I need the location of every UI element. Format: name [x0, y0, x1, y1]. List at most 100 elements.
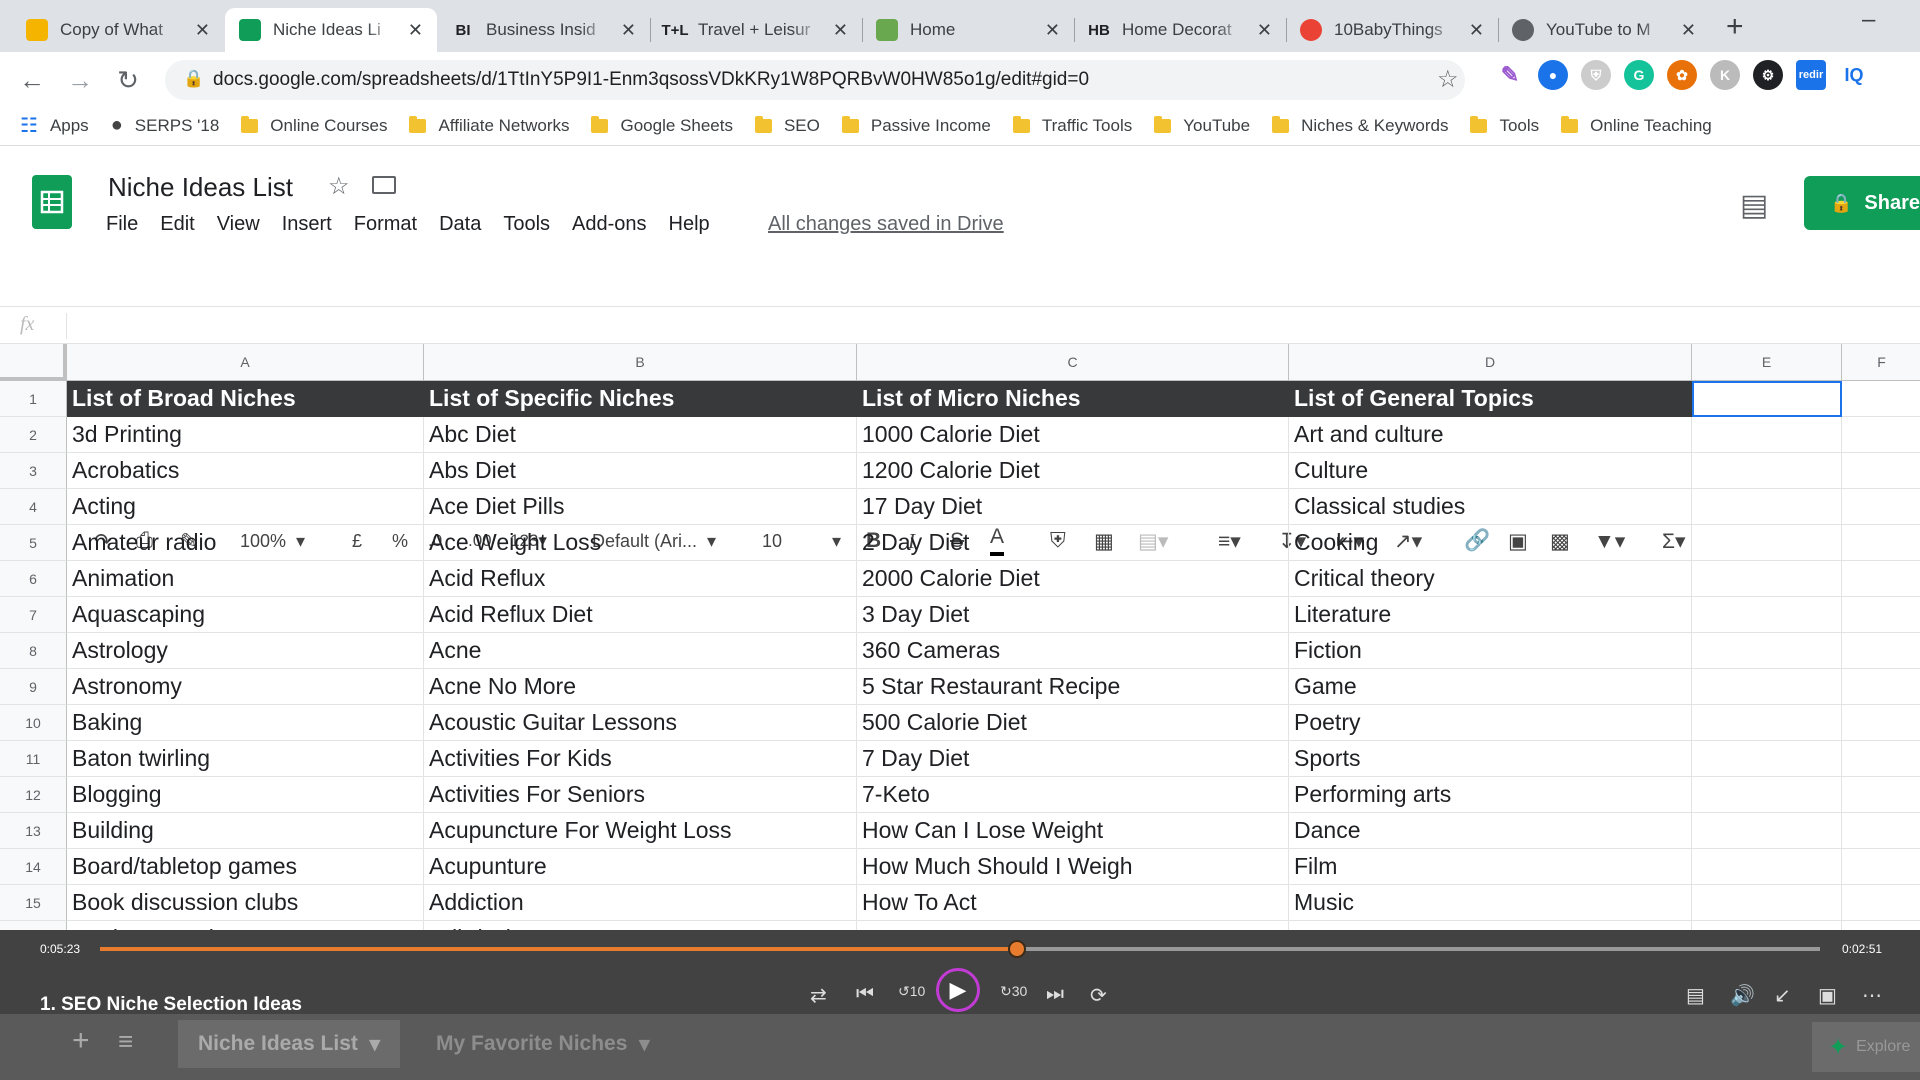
row-header[interactable]: 2: [0, 417, 67, 453]
cell[interactable]: 7 Day Diet: [857, 741, 1289, 777]
cell[interactable]: Opera: [1289, 921, 1692, 930]
cell[interactable]: 17 Day Diet: [857, 489, 1289, 525]
browser-tab[interactable]: 10BabyThings ✕: [1286, 8, 1498, 52]
cell[interactable]: [1842, 633, 1920, 669]
shuffle-icon[interactable]: ⇄: [810, 983, 827, 1008]
cell[interactable]: Amateur radio: [67, 525, 424, 561]
row-header[interactable]: 14: [0, 849, 67, 885]
cell[interactable]: [1842, 489, 1920, 525]
close-tab-icon[interactable]: ✕: [1681, 20, 1696, 41]
column-header[interactable]: D: [1289, 344, 1692, 381]
previous-icon[interactable]: ⏮: [856, 983, 874, 1006]
cell[interactable]: [1842, 849, 1920, 885]
cell[interactable]: Music: [1289, 885, 1692, 921]
cell[interactable]: 2 Day Diet: [857, 525, 1289, 561]
row-header[interactable]: 11: [0, 741, 67, 777]
cell[interactable]: Acupuncture For Weight Loss: [424, 813, 857, 849]
minimize-button[interactable]: –: [1862, 6, 1875, 34]
bookmark-star-icon[interactable]: ☆: [1437, 65, 1459, 94]
rewind-icon[interactable]: ↺10: [898, 983, 925, 1000]
row-header[interactable]: 10: [0, 705, 67, 741]
cell[interactable]: Cooking: [1289, 525, 1692, 561]
cell[interactable]: Poetry: [1289, 705, 1692, 741]
cell[interactable]: How Much Should I Weigh: [857, 849, 1289, 885]
comments-icon[interactable]: ▤: [1740, 188, 1768, 223]
cell[interactable]: 3 Day Diet: [857, 597, 1289, 633]
bookmark-item[interactable]: Affiliate Networks: [409, 115, 569, 136]
browser-tab[interactable]: Niche Ideas Li ✕: [225, 8, 437, 52]
bookmark-item[interactable]: ☷ Apps: [20, 113, 89, 138]
person-extension-icon[interactable]: ●: [1538, 60, 1568, 90]
cell[interactable]: Acting: [67, 489, 424, 525]
browser-tab[interactable]: YouTube to M ✕: [1498, 8, 1710, 52]
cell[interactable]: [1692, 777, 1842, 813]
cell[interactable]: How Can I Lose Weight: [857, 813, 1289, 849]
star-icon[interactable]: ☆: [328, 172, 350, 201]
sheets-logo-icon[interactable]: [32, 175, 72, 229]
bookmark-item[interactable]: Traffic Tools: [1012, 115, 1132, 136]
row-header[interactable]: 15: [0, 885, 67, 921]
cell[interactable]: Ace Weight Loss: [424, 525, 857, 561]
cell[interactable]: [1842, 597, 1920, 633]
cell[interactable]: [1692, 705, 1842, 741]
cell[interactable]: Adhd Diet: [424, 921, 857, 930]
bookmark-item[interactable]: Online Teaching: [1561, 115, 1712, 136]
repeat-icon[interactable]: ⟳: [1090, 983, 1107, 1008]
progress-handle[interactable]: [1007, 940, 1026, 958]
close-tab-icon[interactable]: ✕: [195, 20, 210, 41]
cell[interactable]: Culture: [1289, 453, 1692, 489]
column-header[interactable]: C: [857, 344, 1289, 381]
forward-icon[interactable]: →: [62, 62, 98, 98]
row-header[interactable]: 7: [0, 597, 67, 633]
reload-icon[interactable]: ↻: [110, 62, 146, 98]
cell[interactable]: Fiction: [1289, 633, 1692, 669]
minimize-player-icon[interactable]: ↙: [1774, 983, 1791, 1008]
forward-icon[interactable]: ↻30: [1000, 983, 1027, 1000]
browser-tab[interactable]: HB Home Decorat ✕: [1074, 8, 1286, 52]
cell[interactable]: [1842, 885, 1920, 921]
document-title[interactable]: Niche Ideas List: [108, 172, 293, 203]
cell[interactable]: Baking: [67, 705, 424, 741]
cell[interactable]: List of General Topics: [1289, 381, 1692, 417]
close-tab-icon[interactable]: ✕: [1469, 20, 1484, 41]
browser-tab[interactable]: Home ✕: [862, 8, 1074, 52]
volume-icon[interactable]: 🔊: [1730, 983, 1755, 1008]
next-icon[interactable]: ⏭: [1046, 983, 1064, 1006]
k-extension-icon[interactable]: K: [1710, 60, 1740, 90]
row-header[interactable]: 16: [0, 921, 67, 930]
row-header[interactable]: 9: [0, 669, 67, 705]
cell[interactable]: [1692, 741, 1842, 777]
progress-bar[interactable]: [100, 940, 1820, 958]
column-header[interactable]: B: [424, 344, 857, 381]
cell[interactable]: List of Broad Niches: [67, 381, 424, 417]
cell[interactable]: List of Specific Niches: [424, 381, 857, 417]
back-icon[interactable]: ←: [14, 62, 50, 98]
cell[interactable]: Classical studies: [1289, 489, 1692, 525]
cell[interactable]: 1000 Calorie Diet: [857, 417, 1289, 453]
cell[interactable]: [1842, 741, 1920, 777]
add-sheet-icon[interactable]: +: [72, 1024, 90, 1058]
cell[interactable]: List of Micro Niches: [857, 381, 1289, 417]
column-header[interactable]: E: [1692, 344, 1842, 381]
menu-format[interactable]: Format: [354, 213, 417, 236]
cell[interactable]: [1842, 777, 1920, 813]
column-header[interactable]: F: [1842, 344, 1920, 381]
cell[interactable]: Animation: [67, 561, 424, 597]
cell[interactable]: Baton twirling: [67, 741, 424, 777]
bookmark-item[interactable]: ● SERPS '18: [111, 114, 220, 137]
cell[interactable]: [1692, 561, 1842, 597]
cell[interactable]: Astronomy: [67, 669, 424, 705]
cell[interactable]: Acid Reflux Diet: [424, 597, 857, 633]
cell[interactable]: 1200 Calorie Diet: [857, 453, 1289, 489]
cell[interactable]: [1842, 525, 1920, 561]
cell[interactable]: Activities For Seniors: [424, 777, 857, 813]
cell[interactable]: 5 Star Restaurant Recipe: [857, 669, 1289, 705]
cell[interactable]: Game: [1289, 669, 1692, 705]
cell[interactable]: [1692, 417, 1842, 453]
cell[interactable]: 500 Calorie Diet: [857, 705, 1289, 741]
menu-view[interactable]: View: [217, 213, 260, 236]
cell[interactable]: [1842, 381, 1920, 417]
menu-addons[interactable]: Add-ons: [572, 213, 647, 236]
bookmark-item[interactable]: Niches & Keywords: [1272, 115, 1448, 136]
bookmark-item[interactable]: Passive Income: [841, 115, 991, 136]
